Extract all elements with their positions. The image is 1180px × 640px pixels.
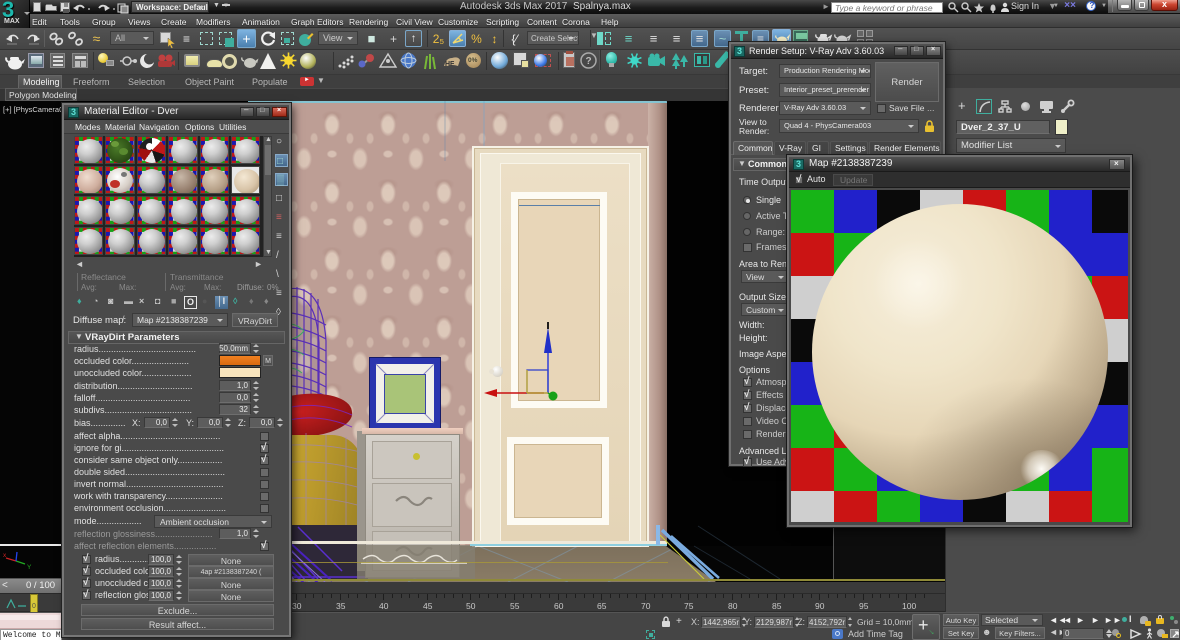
svg-text:?: ? (586, 56, 592, 67)
svg-text:HF: HF (445, 61, 455, 68)
svg-text:Y: Y (27, 564, 32, 571)
